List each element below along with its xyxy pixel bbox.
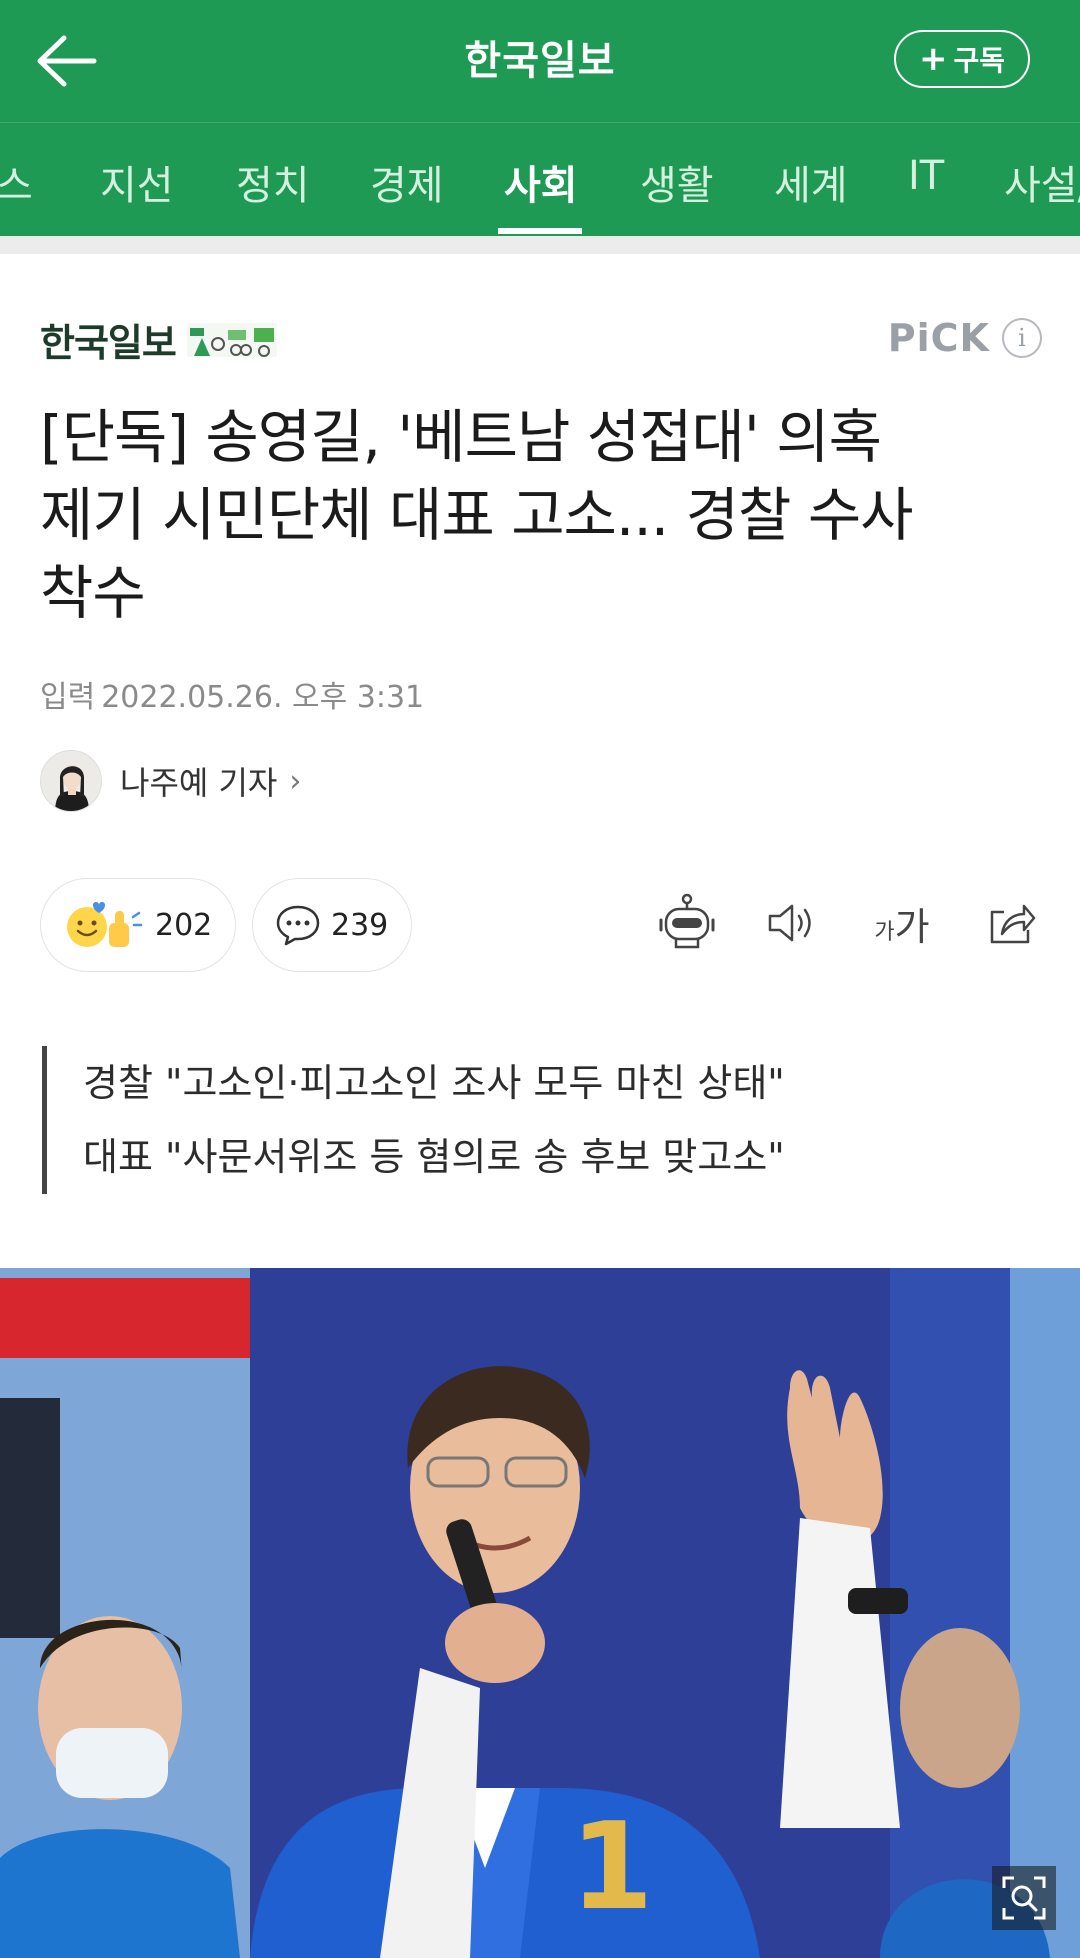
press-logo-icon	[186, 322, 277, 357]
subheadline-line: 경찰 "고소인·피고소인 조사 모두 마친 상태"	[83, 1061, 785, 1105]
speaker-icon	[768, 904, 811, 942]
subheadline-line: 대표 "사문서위조 등 혐의로 송 후보 맞고소"	[83, 1135, 785, 1179]
press-name: 한국일보	[40, 321, 177, 365]
plus-icon: +	[918, 39, 948, 79]
tab-society[interactable]: 사회	[504, 153, 578, 211]
share-icon	[990, 904, 1036, 944]
reaction-button[interactable]: 202	[40, 878, 236, 972]
comment-button[interactable]: 239	[252, 878, 412, 972]
tab-partial-left[interactable]: 스	[0, 153, 33, 211]
tab-politics[interactable]: 정치	[236, 153, 310, 211]
article-photo[interactable]: 1	[0, 1268, 1080, 1958]
active-tab-indicator	[498, 228, 582, 234]
subscribe-label: 구독	[953, 44, 1006, 77]
article-subheadline: 경찰 "고소인·피고소인 조사 모두 마친 상태" 대표 "사문서위조 등 혐의…	[42, 1046, 785, 1194]
robot-icon	[659, 893, 715, 949]
font-size-small-label: 가	[874, 920, 895, 945]
headline-line: 제기 시민단체 대표 고소... 경찰 수사	[40, 481, 914, 549]
text-to-speech-button[interactable]	[758, 890, 824, 956]
reaction-count: 202	[155, 907, 213, 943]
zoom-photo-button[interactable]	[992, 1866, 1056, 1930]
campaign-photo-image: 1	[0, 1268, 1080, 1958]
article-headline: [단독] 송영길, '베트남 성접대' 의혹 제기 시민단체 대표 고소... …	[40, 398, 1050, 632]
divider	[0, 236, 1080, 254]
zoom-icon	[1002, 1876, 1046, 1920]
publish-date: 입력 2022.05.26. 오후 3:31	[40, 672, 424, 716]
subscribe-button[interactable]: + 구독	[894, 30, 1030, 88]
font-size-button[interactable]: 가 가	[866, 890, 938, 956]
headline-line: [단독] 송영길, '베트남 성접대' 의혹	[40, 403, 882, 471]
comment-count: 239	[331, 907, 389, 943]
tab-living[interactable]: 생활	[640, 153, 714, 211]
summary-bot-button[interactable]	[654, 890, 720, 956]
tab-economy[interactable]: 경제	[370, 153, 444, 211]
font-size-large-label: 가	[894, 904, 930, 949]
date-value: 2022.05.26. 오후 3:31	[101, 680, 425, 715]
tab-editorial[interactable]: 사설/	[1004, 153, 1080, 211]
reporter-photo-icon	[41, 751, 101, 811]
tab-local-election[interactable]: 지선	[100, 153, 174, 211]
jersey-number: 1	[570, 1798, 654, 1937]
pick-label: PiCK	[887, 316, 990, 360]
headline-line: 착수	[40, 559, 146, 627]
author-link[interactable]: 나주예 기자 ›	[40, 750, 301, 812]
comment-bubble-icon	[276, 905, 320, 946]
avatar	[40, 750, 102, 812]
tab-world[interactable]: 세계	[774, 153, 848, 211]
info-icon[interactable]: i	[1002, 318, 1042, 358]
tab-it[interactable]: IT	[908, 153, 944, 199]
chevron-right-icon: ›	[289, 763, 302, 799]
date-label: 입력	[40, 680, 96, 715]
pick-badge: PiCK i	[888, 316, 1042, 360]
share-button[interactable]	[978, 890, 1044, 956]
author-name: 나주예 기자	[120, 764, 278, 802]
category-tabs: 스 지선 정치 경제 사회 생활 세계 IT 사설/	[0, 122, 1080, 236]
reaction-emoji-icon	[67, 902, 143, 947]
press-brand[interactable]: 한국일보	[40, 312, 278, 367]
app-header: 한국일보 + 구독	[0, 0, 1080, 122]
